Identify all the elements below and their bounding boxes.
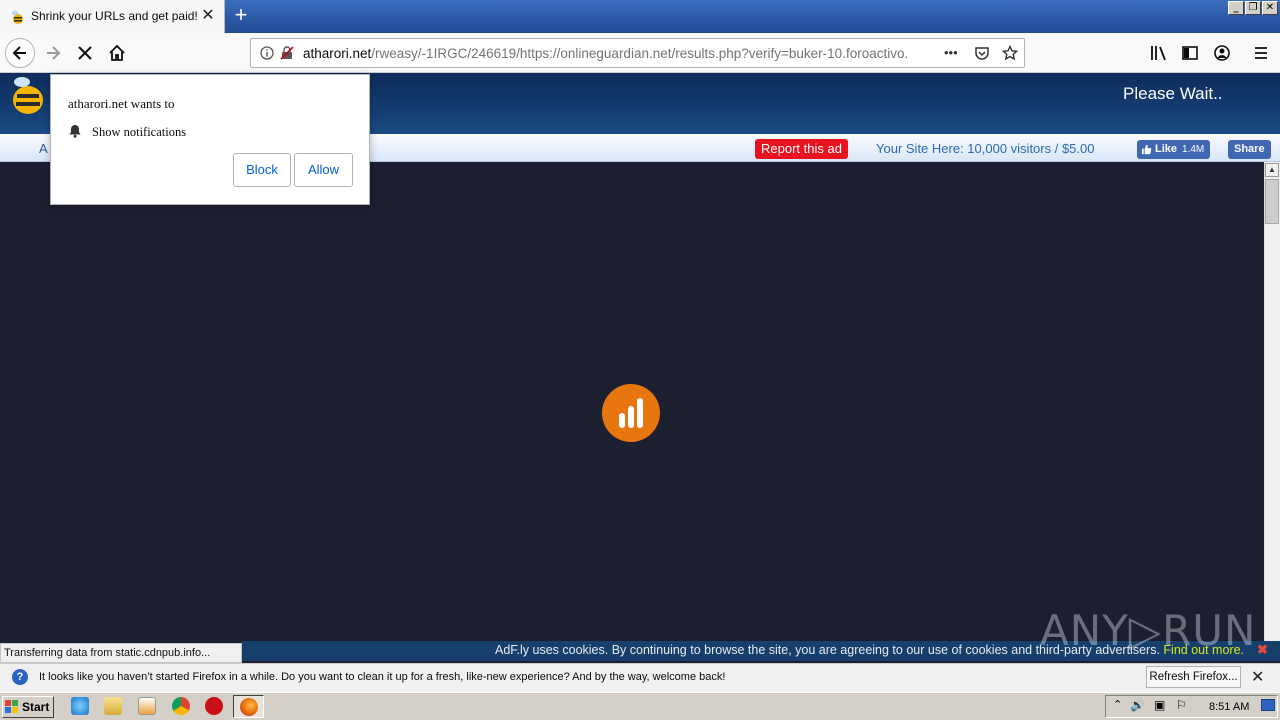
arrow-left-icon xyxy=(12,46,26,60)
facebook-like-count: 1.4M xyxy=(1182,144,1205,155)
scroll-up-arrow-icon[interactable]: ▲ xyxy=(1265,163,1279,177)
subbar-link[interactable]: A xyxy=(39,141,48,156)
adfly-bee-logo[interactable] xyxy=(8,76,48,116)
facebook-like-button[interactable]: Like 1.4M xyxy=(1137,140,1211,159)
url-path: /rweasy/-1IRGC/246619/https://onlineguar… xyxy=(371,46,908,61)
bars-icon xyxy=(619,398,643,428)
window-close-button[interactable]: ✕ xyxy=(1262,1,1278,15)
action-center-flag-icon[interactable]: ⚐ xyxy=(1176,698,1187,712)
report-ad-button[interactable]: Report this ad xyxy=(755,139,848,159)
volume-icon[interactable]: 🔊 xyxy=(1130,698,1145,712)
new-tab-button[interactable]: + xyxy=(229,4,253,28)
notification-permission-popup: atharori.net wants to Show notifications… xyxy=(50,74,370,205)
taskbar-clock: 8:51 AM xyxy=(1209,701,1250,713)
cookie-close-icon[interactable]: ✖ xyxy=(1257,642,1268,658)
windows-taskbar xyxy=(0,692,1280,720)
opera-icon[interactable] xyxy=(205,697,223,715)
navigation-toolbar: atharori.net/rweasy/-1IRGC/246619/https:… xyxy=(0,33,1280,73)
refresh-firefox-button[interactable]: Refresh Firefox... xyxy=(1146,666,1241,688)
home-button[interactable] xyxy=(102,38,132,68)
chrome-icon[interactable] xyxy=(172,697,190,715)
firefox-taskbar-button[interactable] xyxy=(233,695,264,718)
bookmark-star-icon[interactable] xyxy=(1002,45,1018,61)
question-icon: ? xyxy=(12,669,28,685)
tab-active[interactable]: Shrink your URLs and get paid! ✕ xyxy=(0,0,225,33)
stop-button[interactable] xyxy=(70,38,100,68)
forward-button[interactable] xyxy=(38,38,68,68)
status-bar-text: Transferring data from static.cdnpub.inf… xyxy=(0,643,242,663)
your-site-here-link[interactable]: Your Site Here: 10,000 visitors / $5.00 xyxy=(876,141,1094,156)
show-desktop-icon[interactable] xyxy=(1261,699,1275,711)
network-icon[interactable]: ▣ xyxy=(1154,698,1165,712)
tray-expand-icon[interactable]: ⌃ xyxy=(1113,698,1122,711)
back-button[interactable] xyxy=(5,38,35,68)
loading-spinner-icon xyxy=(602,384,660,442)
folder-icon[interactable] xyxy=(104,697,122,715)
system-tray: ⌃ 🔊 ▣ ⚐ xyxy=(1105,695,1278,718)
anyrun-watermark: ANY▷RUN xyxy=(1040,606,1257,655)
hamburger-menu-icon[interactable] xyxy=(1252,44,1270,62)
insecure-lock-icon[interactable] xyxy=(280,46,294,60)
internet-explorer-icon[interactable] xyxy=(71,697,89,715)
vertical-scrollbar[interactable] xyxy=(1264,162,1280,642)
library-icon[interactable] xyxy=(1150,44,1168,62)
facebook-like-label: Like xyxy=(1155,143,1178,155)
media-player-icon[interactable] xyxy=(138,697,156,715)
infobar-close-icon[interactable]: ✕ xyxy=(1251,667,1264,687)
facebook-share-button[interactable]: Share xyxy=(1228,140,1271,159)
please-wait-text: Please Wait.. xyxy=(1123,84,1223,103)
restore-button[interactable]: ❐ xyxy=(1245,1,1261,15)
arrow-right-icon xyxy=(47,46,61,60)
account-icon[interactable] xyxy=(1213,44,1231,62)
scroll-thumb[interactable] xyxy=(1265,179,1279,224)
pocket-icon[interactable] xyxy=(974,45,990,61)
bell-icon xyxy=(69,125,81,138)
info-circle-icon[interactable] xyxy=(260,46,274,60)
windows-flag-icon xyxy=(5,700,18,713)
firefox-icon xyxy=(240,698,258,716)
minimize-button[interactable]: _ xyxy=(1228,1,1244,15)
sidebar-icon[interactable] xyxy=(1181,44,1199,62)
tab-title: Shrink your URLs and get paid! xyxy=(31,9,198,23)
tab-close-icon[interactable]: ✕ xyxy=(199,7,217,25)
thumbs-up-icon xyxy=(1141,144,1152,155)
page-actions-button[interactable]: ••• xyxy=(944,45,958,60)
url-text[interactable]: atharori.net/rweasy/-1IRGC/246619/https:… xyxy=(303,46,908,61)
stop-x-icon xyxy=(78,46,92,60)
notification-permission-text: Show notifications xyxy=(92,125,187,139)
url-domain: atharori.net xyxy=(303,46,372,61)
notification-title: atharori.net wants to xyxy=(68,96,175,111)
window-controls: _ ❐ ✕ xyxy=(1228,1,1278,17)
url-bar[interactable]: atharori.net/rweasy/-1IRGC/246619/https:… xyxy=(250,38,1025,68)
home-icon xyxy=(109,44,125,61)
allow-button[interactable]: Allow xyxy=(294,153,353,187)
block-button[interactable]: Block xyxy=(233,153,291,187)
bee-favicon-icon xyxy=(12,10,23,24)
infobar-message: It looks like you haven’t started Firefo… xyxy=(39,671,726,683)
